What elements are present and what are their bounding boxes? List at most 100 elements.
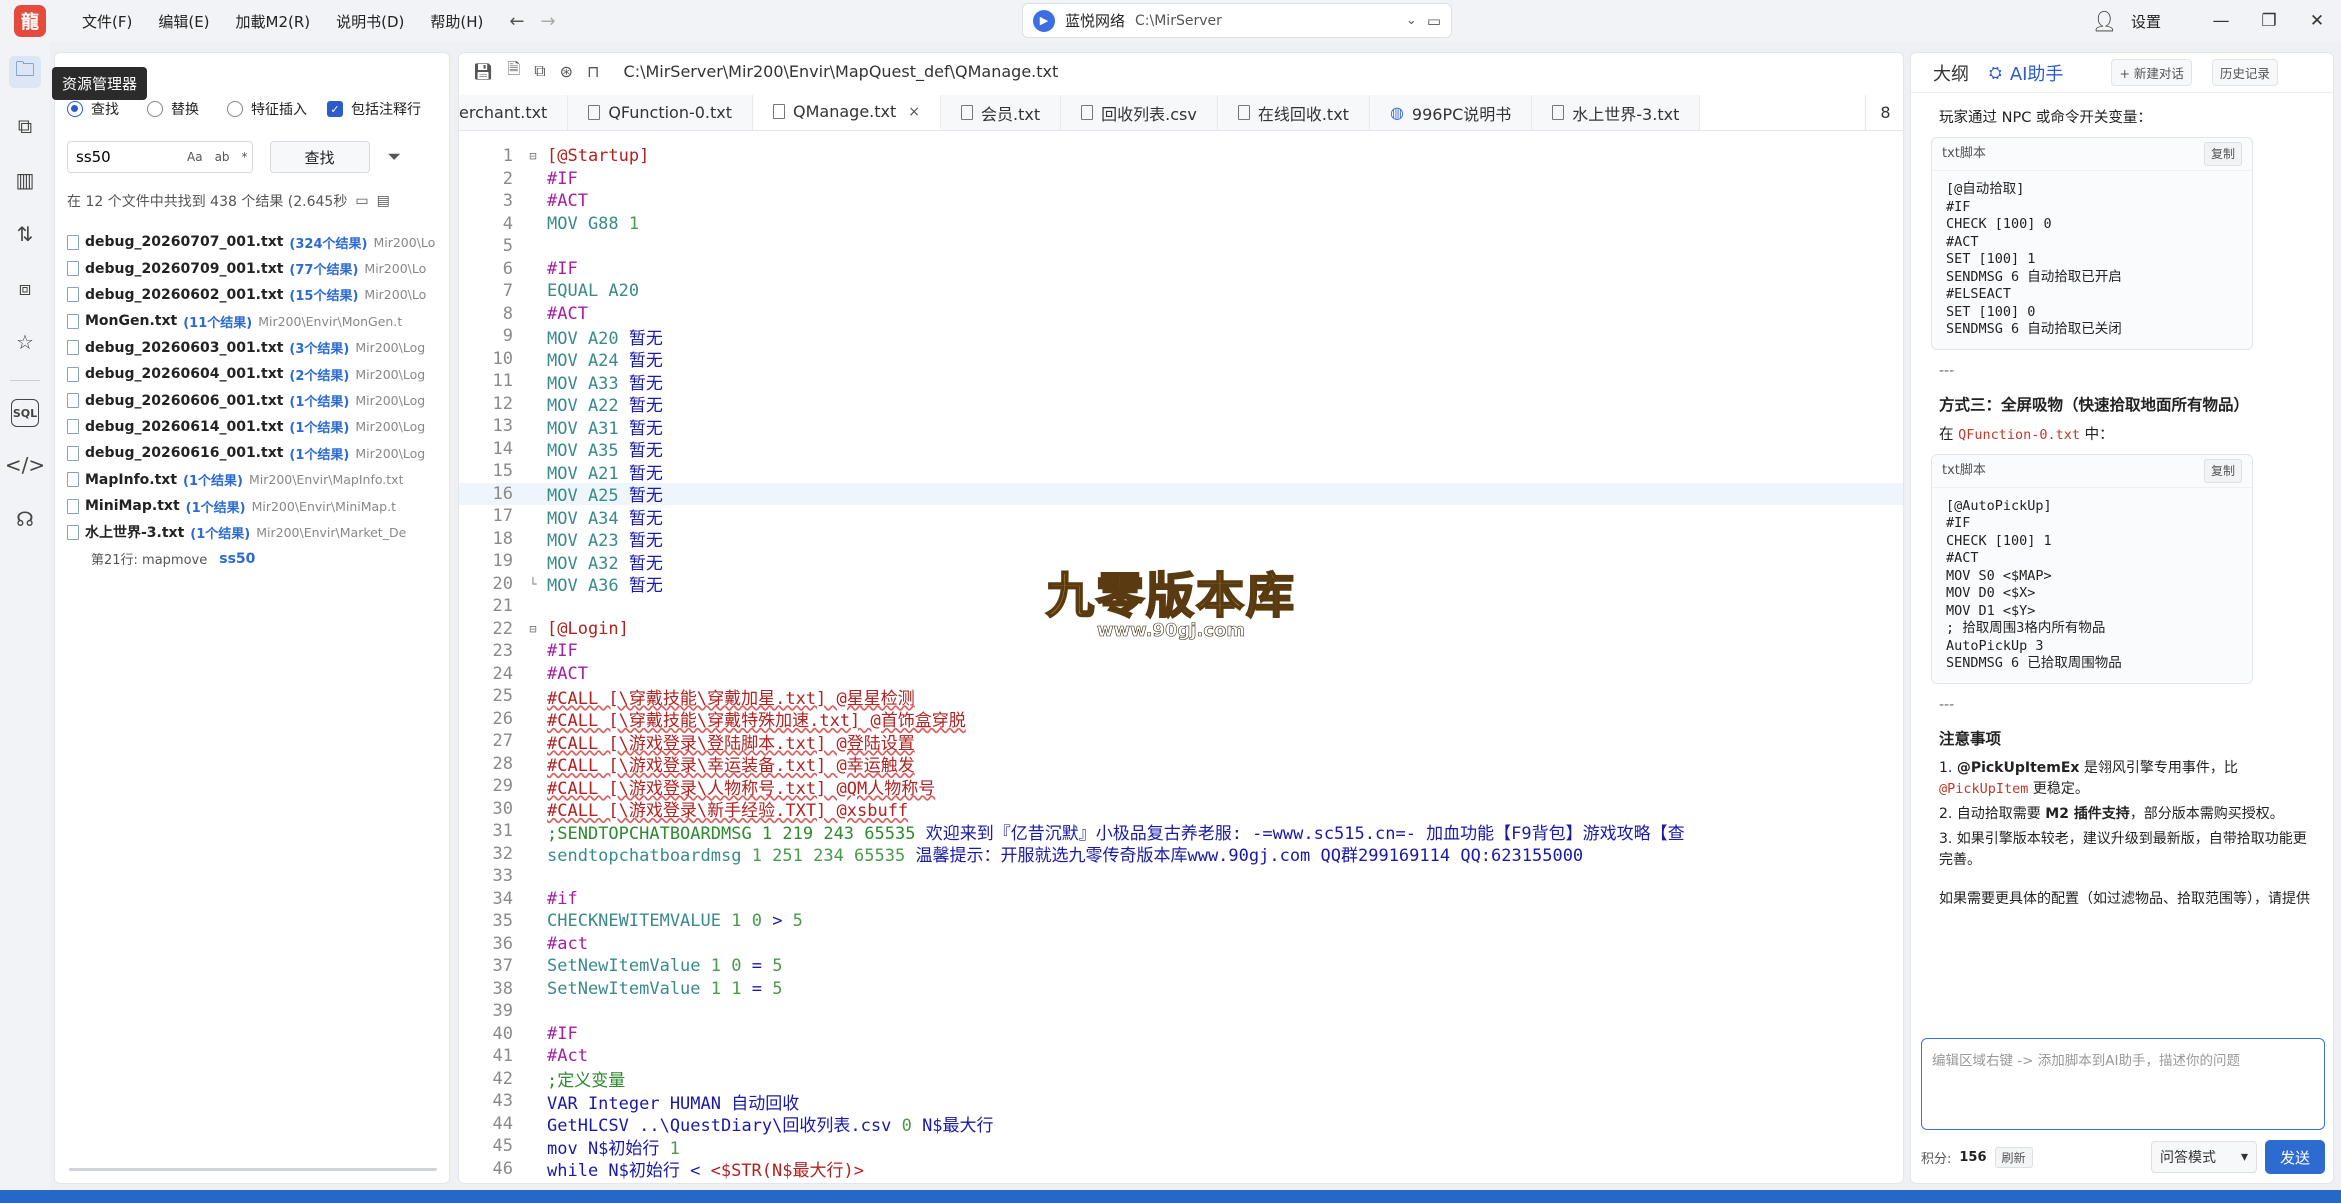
minimize-icon[interactable]: — bbox=[2197, 11, 2245, 31]
copy-button[interactable]: 复制 bbox=[2203, 458, 2242, 483]
code-line[interactable]: 28 #CALL [\游戏登录\幸运装备.txt] @幸运触发 bbox=[459, 753, 1903, 777]
editor-tab[interactable]: 会员.txt bbox=[941, 95, 1062, 130]
settings-button[interactable]: 设置 bbox=[2131, 11, 2161, 32]
code-line[interactable]: 32 sendtopchatboardmsg 1 251 234 65535 温馨… bbox=[459, 843, 1903, 867]
code-line[interactable]: 12 MOV A22 暂无 bbox=[459, 393, 1903, 417]
result-file-row[interactable]: debug_20260709_001.txt (77个结果) Mir200\Lo bbox=[67, 255, 445, 281]
menu-manual[interactable]: 说明书(D) bbox=[326, 7, 414, 36]
code-line[interactable]: 42 ;定义变量 bbox=[459, 1068, 1903, 1092]
code-line[interactable]: 33 bbox=[459, 865, 1903, 888]
editor-tab[interactable]: QManage.txt × bbox=[753, 95, 942, 130]
fold-icon[interactable]: └ bbox=[523, 577, 543, 591]
code-line[interactable]: 18 MOV A23 暂无 bbox=[459, 528, 1903, 552]
collapse-all-icon[interactable]: ▤ bbox=[377, 193, 390, 209]
result-file-row[interactable]: 水上世界-3.txt (1个结果) Mir200\Envir\Market_De bbox=[67, 519, 445, 545]
code-line[interactable]: 24 #ACT bbox=[459, 663, 1903, 686]
menu-edit[interactable]: 编辑(E) bbox=[148, 7, 219, 36]
code-line[interactable]: 38 SetNewItemValue 1 1 = 5 bbox=[459, 978, 1903, 1001]
code-line[interactable]: 14 MOV A35 暂无 bbox=[459, 438, 1903, 462]
code-line[interactable]: 35 CHECKNEWITEMVALUE 1 0 > 5 bbox=[459, 910, 1903, 933]
ai-question-input[interactable]: 编辑区域右键 -> 添加脚本到AI助手，描述你的问题 bbox=[1921, 1038, 2325, 1130]
result-file-row[interactable]: debug_20260614_001.txt (1个结果) Mir200\Log bbox=[67, 414, 445, 440]
editor-tab[interactable]: ◍ 996PC说明书 bbox=[1369, 95, 1533, 130]
search-button[interactable]: 查找 bbox=[269, 141, 370, 173]
code-line[interactable]: 39 bbox=[459, 1000, 1903, 1023]
code-line[interactable]: 46 while N$初始行 < <$STR(N$最大行)> bbox=[459, 1158, 1903, 1182]
save-as-icon[interactable]: 🗎︎ bbox=[507, 58, 520, 85]
tab-ai-assistant[interactable]: ⛭ AI助手 bbox=[1989, 60, 2063, 86]
code-line[interactable]: 6 #IF bbox=[459, 258, 1903, 281]
close-icon[interactable]: ✕ bbox=[2293, 11, 2341, 31]
menu-load-m2[interactable]: 加載M2(R) bbox=[226, 7, 321, 36]
bookmark-icon[interactable]: ⊓ bbox=[587, 62, 599, 81]
code-area[interactable]: 1 ⊟ [@Startup] 2 #IF 3 #ACT 4 MOV G88 1 5 6 #IF 7 EQU… bbox=[459, 145, 1903, 1182]
analytics-icon[interactable]: ▥ bbox=[9, 164, 41, 196]
result-file-row[interactable]: MiniMap.txt (1个结果) Mir200\Envir\MiniMap.t bbox=[67, 493, 445, 519]
favorites-icon[interactable]: ☆ bbox=[9, 326, 41, 358]
code-line[interactable]: 1 ⊟ [@Startup] bbox=[459, 145, 1903, 168]
filter-icon[interactable]: ⏷ bbox=[388, 147, 402, 167]
refresh-button[interactable]: 刷新 bbox=[1994, 1146, 2033, 1168]
send-button[interactable]: 发送 bbox=[2265, 1140, 2325, 1174]
replace-radio[interactable] bbox=[147, 101, 163, 117]
plugin-icon[interactable]: ⧈ bbox=[9, 272, 41, 304]
explorer-icon[interactable]: 🗀︎ bbox=[9, 56, 41, 88]
code-line[interactable]: 31 ;SENDTOPCHATBOARDMSG 1 219 243 65535 欢… bbox=[459, 820, 1903, 844]
code-line[interactable]: 4 MOV G88 1 bbox=[459, 213, 1903, 236]
code-line[interactable]: 2 #IF bbox=[459, 168, 1903, 191]
code-line[interactable]: 10 MOV A24 暂无 bbox=[459, 348, 1903, 372]
folder-icon[interactable]: ▭ bbox=[355, 193, 368, 209]
arrow-right-icon[interactable]: → bbox=[541, 11, 556, 32]
code-line[interactable]: 5 bbox=[459, 235, 1903, 258]
result-file-row[interactable]: debug_20260606_001.txt (1个结果) Mir200\Log bbox=[67, 387, 445, 413]
editor-tab[interactable]: erchant.txt bbox=[459, 95, 569, 130]
code-line[interactable]: 27 #CALL [\游戏登录\登陆脚本.txt] @登陆设置 bbox=[459, 730, 1903, 754]
result-file-row[interactable]: debug_20260604_001.txt (2个结果) Mir200\Log bbox=[67, 361, 445, 387]
result-file-row[interactable]: MonGen.txt (11个结果) Mir200\Envir\MonGen.t bbox=[67, 308, 445, 334]
code-line[interactable]: 8 #ACT bbox=[459, 303, 1903, 326]
arrow-left-icon[interactable]: ← bbox=[509, 11, 524, 32]
code-line[interactable]: 16 MOV A25 暂无 bbox=[459, 482, 1903, 506]
include-comments-checkbox[interactable]: ✓ bbox=[327, 101, 343, 117]
code-line[interactable]: 40 #IF bbox=[459, 1023, 1903, 1046]
new-chat-button[interactable]: + 新建对话 bbox=[2111, 59, 2192, 86]
tab-outline[interactable]: 大纲 bbox=[1933, 60, 1969, 86]
headset-icon[interactable]: ☊ bbox=[9, 503, 41, 535]
match-line-row[interactable]: 第21行: mapmove ss50 bbox=[67, 546, 445, 572]
history-button[interactable]: 历史记录 bbox=[2211, 59, 2278, 86]
editor-tab[interactable]: 回收列表.csv bbox=[1061, 95, 1218, 130]
code-line[interactable]: 36 #act bbox=[459, 933, 1903, 956]
code-line[interactable]: 30 #CALL [\游戏登录\新手经验.TXT] @xsbuff bbox=[459, 798, 1903, 822]
compare-icon[interactable]: ⇅ bbox=[9, 218, 41, 250]
code-line[interactable]: 17 MOV A34 暂无 bbox=[459, 505, 1903, 529]
user-icon[interactable]: 👤︎ bbox=[2092, 9, 2117, 33]
search-replace-icon[interactable]: ⧉ bbox=[9, 110, 41, 142]
code-icon[interactable]: </> bbox=[5, 449, 45, 481]
fold-icon[interactable]: ⊟ bbox=[523, 622, 543, 636]
code-line[interactable]: 26 #CALL [\穿戴技能\穿戴特殊加速.txt] @首饰盒穿脱 bbox=[459, 708, 1903, 732]
find-radio[interactable] bbox=[67, 101, 83, 117]
feature-insert-radio[interactable] bbox=[227, 101, 243, 117]
code-line[interactable]: 11 MOV A33 暂无 bbox=[459, 370, 1903, 394]
code-line[interactable]: 13 MOV A31 暂无 bbox=[459, 415, 1903, 439]
chevron-down-icon[interactable]: ⌄ bbox=[1406, 13, 1417, 28]
close-icon[interactable]: × bbox=[908, 104, 920, 120]
code-line[interactable]: 15 MOV A21 暂无 bbox=[459, 460, 1903, 484]
maximize-icon[interactable]: ❐ bbox=[2245, 11, 2293, 31]
format-icon[interactable]: ⊛ bbox=[560, 62, 573, 81]
server-selector[interactable]: ▶ 蓝悦网络 C:\MirServer ⌄ ▭ bbox=[1022, 3, 1452, 38]
play-icon[interactable]: ▶ bbox=[1033, 9, 1055, 32]
mode-select[interactable]: 问答模式 ▾ bbox=[2151, 1141, 2257, 1173]
tab-overflow-count[interactable]: 8 bbox=[1865, 95, 1903, 130]
horizontal-scrollbar[interactable] bbox=[69, 1168, 437, 1171]
result-file-row[interactable]: debug_20260616_001.txt (1个结果) Mir200\Log bbox=[67, 440, 445, 466]
result-file-row[interactable]: debug_20260707_001.txt (324个结果) Mir200\Lo bbox=[67, 229, 445, 255]
match-case-icon[interactable]: Aa bbox=[187, 150, 203, 164]
code-line[interactable]: 45 mov N$初始行 1 bbox=[459, 1135, 1903, 1159]
regex-icon[interactable]: * bbox=[242, 150, 248, 164]
code-line[interactable]: 25 #CALL [\穿戴技能\穿戴加星.txt] @星星检测 bbox=[459, 685, 1903, 709]
code-line[interactable]: 9 MOV A20 暂无 bbox=[459, 325, 1903, 349]
code-line[interactable]: 29 #CALL [\游戏登录\人物称号.txt] @QM人物称号 bbox=[459, 775, 1903, 799]
copy-button[interactable]: 复制 bbox=[2203, 142, 2242, 166]
code-line[interactable]: 43 VAR Integer HUMAN 自动回收 bbox=[459, 1090, 1903, 1114]
